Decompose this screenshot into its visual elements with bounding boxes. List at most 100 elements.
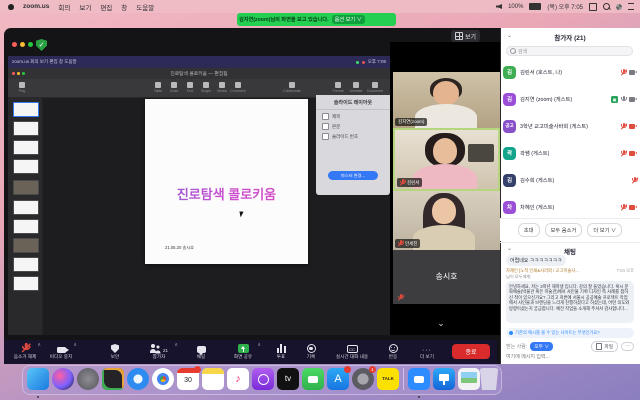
share-caret[interactable]: ∧ (257, 342, 261, 348)
close-window-button[interactable] (12, 42, 17, 47)
slide-thumbnail[interactable] (13, 219, 39, 234)
keynote-media-button[interactable]: Media (214, 80, 230, 93)
notification-center-icon[interactable] (628, 3, 634, 10)
invite-button[interactable]: 초대 (518, 223, 540, 237)
spotlight-icon[interactable] (603, 3, 610, 10)
keynote-shape-button[interactable]: Shape (198, 80, 214, 93)
launchpad-dock-icon[interactable] (77, 368, 99, 390)
slide-thumbnail[interactable] (13, 121, 39, 136)
chat-quoted-question[interactable]: 기존의 예시를 볼 수 있는 사이트는 무엇인가요? (506, 328, 634, 338)
keynote-text-button[interactable]: Text (182, 80, 198, 93)
preview-dock-icon[interactable] (458, 368, 480, 390)
participant-row[interactable]: 차 차혜인 (게스트) (503, 195, 637, 219)
keynote-dock-icon[interactable] (433, 368, 455, 390)
finder-dock-icon[interactable] (27, 368, 49, 390)
view-layout-button[interactable]: 보기 (451, 30, 480, 42)
camera-icon[interactable] (629, 70, 637, 75)
apple-icon[interactable] (8, 4, 14, 10)
slide-thumbnail[interactable] (13, 102, 39, 117)
system-preferences-dock-icon[interactable]: 1 (352, 368, 374, 390)
participants-more-button[interactable]: 더 보기 ∨ (587, 223, 622, 237)
slide-thumbnail[interactable] (13, 257, 39, 272)
leave-meeting-button[interactable]: 종료 (452, 344, 490, 359)
notes-dock-icon[interactable] (202, 368, 224, 390)
inspector-row-title[interactable]: 제목 (316, 110, 390, 120)
reactions-button[interactable]: 반응 (380, 342, 406, 360)
participants-button[interactable]: ∧ 21 참가자 (140, 342, 178, 360)
mic-options-caret[interactable]: ∧ (37, 342, 41, 348)
security-button[interactable]: 보안 (100, 342, 130, 360)
camera-off-icon[interactable] (629, 124, 637, 129)
keynote-play-button[interactable]: Play (14, 80, 30, 93)
video-tile[interactable]: 안세진 (393, 191, 500, 250)
stop-video-button[interactable]: ∧ 비디오 중지 (44, 342, 78, 360)
recipient-select[interactable]: 모두 ∨ (530, 342, 553, 351)
app-store-dock-icon[interactable]: A (327, 368, 349, 390)
apple-tv-dock-icon[interactable]: tv (277, 368, 299, 390)
mic-icon[interactable] (621, 96, 626, 103)
slide-thumbnail[interactable] (13, 238, 39, 253)
video-tile[interactable]: 김지연(zoom) (393, 72, 500, 128)
inspector-row-slide-number[interactable]: 슬라이드 번호 (316, 130, 390, 140)
participant-row[interactable]: 김 김린서 (호스트, 나) (503, 60, 637, 84)
camera-icon[interactable] (629, 97, 637, 102)
more-button[interactable]: ··· 더 보기 (412, 342, 442, 360)
volume-icon[interactable] (496, 4, 502, 9)
zoom-window-button[interactable] (28, 42, 33, 47)
participants-caret[interactable]: ∧ (174, 342, 178, 348)
facetime-dock-icon[interactable] (302, 368, 324, 390)
muted-mic-icon[interactable] (621, 123, 626, 130)
participant-row[interactable]: 김 김수희 (게스트) (503, 168, 637, 192)
mute-all-button[interactable]: 모두 음소거 (545, 223, 583, 237)
unmute-button[interactable]: ∧ 음소거 해제 (8, 342, 42, 360)
menu-view[interactable]: 보기 (79, 2, 91, 12)
muted-mic-icon[interactable] (632, 177, 637, 184)
change-master-button[interactable]: 마스터 변경... (328, 171, 378, 180)
keynote-comment-button[interactable]: Comment (230, 80, 246, 93)
chrome-dock-icon[interactable] (152, 368, 174, 390)
window-traffic-lights[interactable] (12, 34, 36, 52)
live-transcript-button[interactable]: CC 실시간 대화 내용 (328, 342, 376, 360)
video-tile-active-speaker[interactable]: 김린서 (393, 128, 500, 191)
camera-off-icon[interactable] (629, 151, 637, 156)
kakaotalk-dock-icon[interactable]: TALK (377, 368, 399, 390)
collapse-video-strip-button[interactable]: ⌄ (432, 318, 450, 330)
checkbox-icon[interactable] (322, 113, 329, 120)
podcasts-dock-icon[interactable] (252, 368, 274, 390)
polls-button[interactable]: 투표 (268, 342, 294, 360)
menu-meeting[interactable]: 회의 (58, 2, 70, 12)
menu-help[interactable]: 도움말 (136, 2, 154, 12)
menubar-clock[interactable]: (목) 오후 7:05 (547, 2, 583, 11)
participant-row[interactable]: 공고 3학년 교고미술사바회 (게스트) (503, 114, 637, 138)
muted-mic-icon[interactable] (621, 204, 626, 211)
keynote-format-button[interactable]: Format (330, 80, 346, 93)
music-dock-icon[interactable]: ♪ (227, 368, 249, 390)
menu-window[interactable]: 창 (121, 2, 127, 12)
inspector-row-body[interactable]: 본문 (316, 120, 390, 130)
muted-mic-icon[interactable] (621, 69, 626, 76)
keynote-animate-button[interactable]: Animate (348, 80, 364, 93)
participants-search[interactable]: 검색 (506, 46, 633, 56)
menubar-app-name[interactable]: zoom.us (23, 3, 49, 10)
checkbox-icon[interactable] (322, 133, 329, 140)
siri-dock-icon[interactable] (52, 368, 74, 390)
view-options-button[interactable]: 옵션 보기 ∨ (332, 15, 365, 24)
participant-row[interactable]: 김 김지연 (zoom) (게스트) ▣ (503, 87, 637, 111)
video-options-caret[interactable]: ∧ (73, 342, 77, 348)
slide-thumbnail[interactable] (13, 140, 39, 155)
display-icon[interactable] (589, 3, 597, 11)
chat-button[interactable]: 채팅 (188, 342, 214, 360)
chat-more-button[interactable]: ··· (621, 342, 634, 351)
minimize-window-button[interactable] (20, 42, 25, 47)
chat-message-input[interactable] (506, 354, 634, 360)
safari-dock-icon[interactable] (127, 368, 149, 390)
slide-thumbnail[interactable] (13, 276, 39, 291)
calendar-dock-icon[interactable]: 30 (177, 368, 199, 390)
zoom-dock-icon[interactable] (408, 368, 430, 390)
keynote-document-button[interactable]: Document (367, 80, 383, 93)
slide-thumbnail[interactable] (13, 180, 39, 195)
camera-off-icon[interactable] (629, 205, 637, 210)
muted-mic-icon[interactable] (621, 150, 626, 157)
keynote-collaborate-button[interactable]: Collaborate (280, 80, 304, 93)
keynote-table-button[interactable]: Table (150, 80, 166, 93)
